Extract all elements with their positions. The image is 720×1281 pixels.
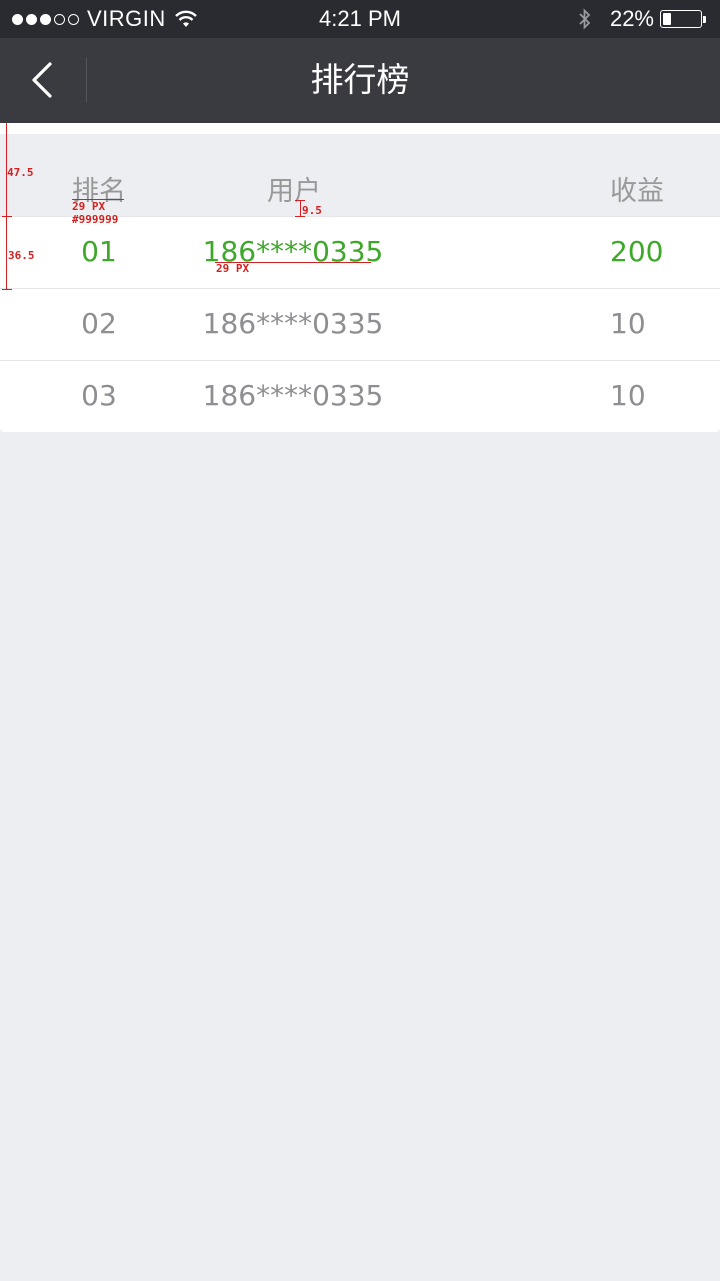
row-rank: 03 — [81, 379, 117, 412]
annotation-tick — [2, 216, 12, 217]
bluetooth-icon — [579, 8, 591, 30]
row-rank: 01 — [81, 235, 117, 268]
annotation-gap: 9.5 — [302, 204, 322, 217]
row-income: 10 — [610, 307, 646, 340]
nav-bar: 排行榜 — [0, 38, 720, 123]
table-row[interactable]: 02 186****0335 10 — [0, 288, 720, 360]
row-user: 186****0335 — [202, 379, 384, 412]
annotation-vline — [6, 123, 7, 289]
annotation-row-height: 36.5 — [8, 249, 35, 262]
battery-icon — [660, 10, 702, 28]
row-income: 10 — [610, 379, 646, 412]
annotation-tick — [2, 289, 12, 290]
annotation-font-size: 29 PX — [216, 262, 250, 275]
top-strip — [0, 123, 720, 134]
annotation-font-size: 29 PX — [72, 200, 106, 213]
page-title: 排行榜 — [310, 60, 410, 99]
status-bar: VIRGIN 4:21 PM 22% — [0, 0, 720, 38]
ranking-list: 01 186****0335 200 02 186****0335 10 03 … — [0, 216, 720, 432]
row-rank: 02 — [81, 307, 117, 340]
annotation-header-height: 47.5 — [7, 166, 34, 179]
header-income: 收益 — [610, 176, 664, 207]
row-income: 200 — [610, 235, 664, 268]
table-row[interactable]: 01 186****0335 200 — [0, 216, 720, 288]
table-header: 排名 用户 收益 — [0, 145, 720, 217]
annotation-tick — [295, 200, 305, 201]
battery-fill — [663, 13, 671, 25]
header-user: 用户 — [267, 176, 321, 207]
status-bar-right: 22% — [578, 6, 706, 32]
table-row[interactable]: 03 186****0335 10 — [0, 360, 720, 432]
battery-cap — [703, 15, 706, 23]
annotation-vline — [300, 200, 301, 216]
row-user: 186****0335 — [202, 307, 384, 340]
annotation-color: #999999 — [72, 213, 119, 226]
battery-percentage: 22% — [609, 6, 654, 31]
